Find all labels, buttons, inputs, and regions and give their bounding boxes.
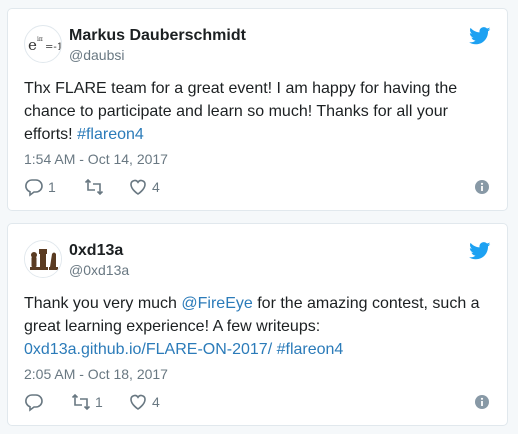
like-count: 4 — [152, 179, 160, 195]
author-handle[interactable]: @0xd13a — [69, 262, 129, 278]
tweet-text: Thank you very much @FireEye for the ama… — [24, 292, 491, 361]
tweet-actions: 1 4 — [24, 392, 491, 412]
tweet-timestamp[interactable]: 2:05 AM - Oct 18, 2017 — [24, 366, 168, 382]
retweet-count: 1 — [95, 394, 103, 410]
twitter-bird-icon[interactable] — [469, 242, 491, 260]
tweet-card-1[interactable]: e iπ =-1 Markus Dauberschmidt @daubsi Th… — [7, 8, 508, 211]
tweet-header: e iπ =-1 Markus Dauberschmidt @daubsi — [24, 25, 491, 65]
info-icon[interactable] — [475, 180, 489, 194]
like-button[interactable]: 4 — [128, 177, 160, 197]
tweet-timestamp[interactable]: 1:54 AM - Oct 14, 2017 — [24, 151, 168, 167]
tweet-text: Thx FLARE team for a great event! I am h… — [24, 77, 491, 146]
retweet-button[interactable]: 1 — [71, 392, 103, 412]
svg-text:=-1: =-1 — [45, 42, 61, 53]
author-handle[interactable]: @daubsi — [69, 47, 124, 63]
url-link[interactable]: 0xd13a.github.io/FLARE-ON-2017/ — [24, 341, 272, 358]
reply-icon — [25, 179, 43, 197]
like-icon — [130, 394, 146, 410]
avatar[interactable]: e iπ =-1 — [24, 25, 62, 63]
reply-icon — [25, 394, 43, 412]
twitter-bird-icon[interactable] — [469, 27, 491, 45]
tweet-actions: 1 4 — [24, 177, 491, 197]
mention-link[interactable]: @FireEye — [181, 295, 252, 312]
avatar[interactable] — [24, 240, 62, 278]
like-count: 4 — [152, 394, 160, 410]
info-icon[interactable] — [475, 395, 489, 409]
tweet-text-body: Thank you very much — [24, 295, 182, 312]
author-name[interactable]: 0xd13a — [69, 242, 123, 260]
svg-text:iπ: iπ — [37, 36, 43, 43]
svg-text:e: e — [28, 36, 37, 54]
retweet-icon — [71, 393, 91, 411]
author-name[interactable]: Markus Dauberschmidt — [69, 27, 246, 45]
retweet-icon — [84, 178, 104, 196]
reply-button[interactable]: 1 — [24, 177, 56, 197]
hashtag-link[interactable]: #flareon4 — [77, 126, 144, 143]
retweet-button[interactable] — [84, 177, 108, 197]
reply-count: 1 — [48, 179, 56, 195]
reply-button[interactable] — [24, 392, 48, 412]
hashtag-link[interactable]: #flareon4 — [277, 341, 344, 358]
tweet-header: 0xd13a @0xd13a — [24, 240, 491, 280]
like-button[interactable]: 4 — [128, 392, 160, 412]
tweet-card-2[interactable]: 0xd13a @0xd13a Thank you very much @Fire… — [7, 223, 508, 426]
like-icon — [130, 179, 146, 195]
